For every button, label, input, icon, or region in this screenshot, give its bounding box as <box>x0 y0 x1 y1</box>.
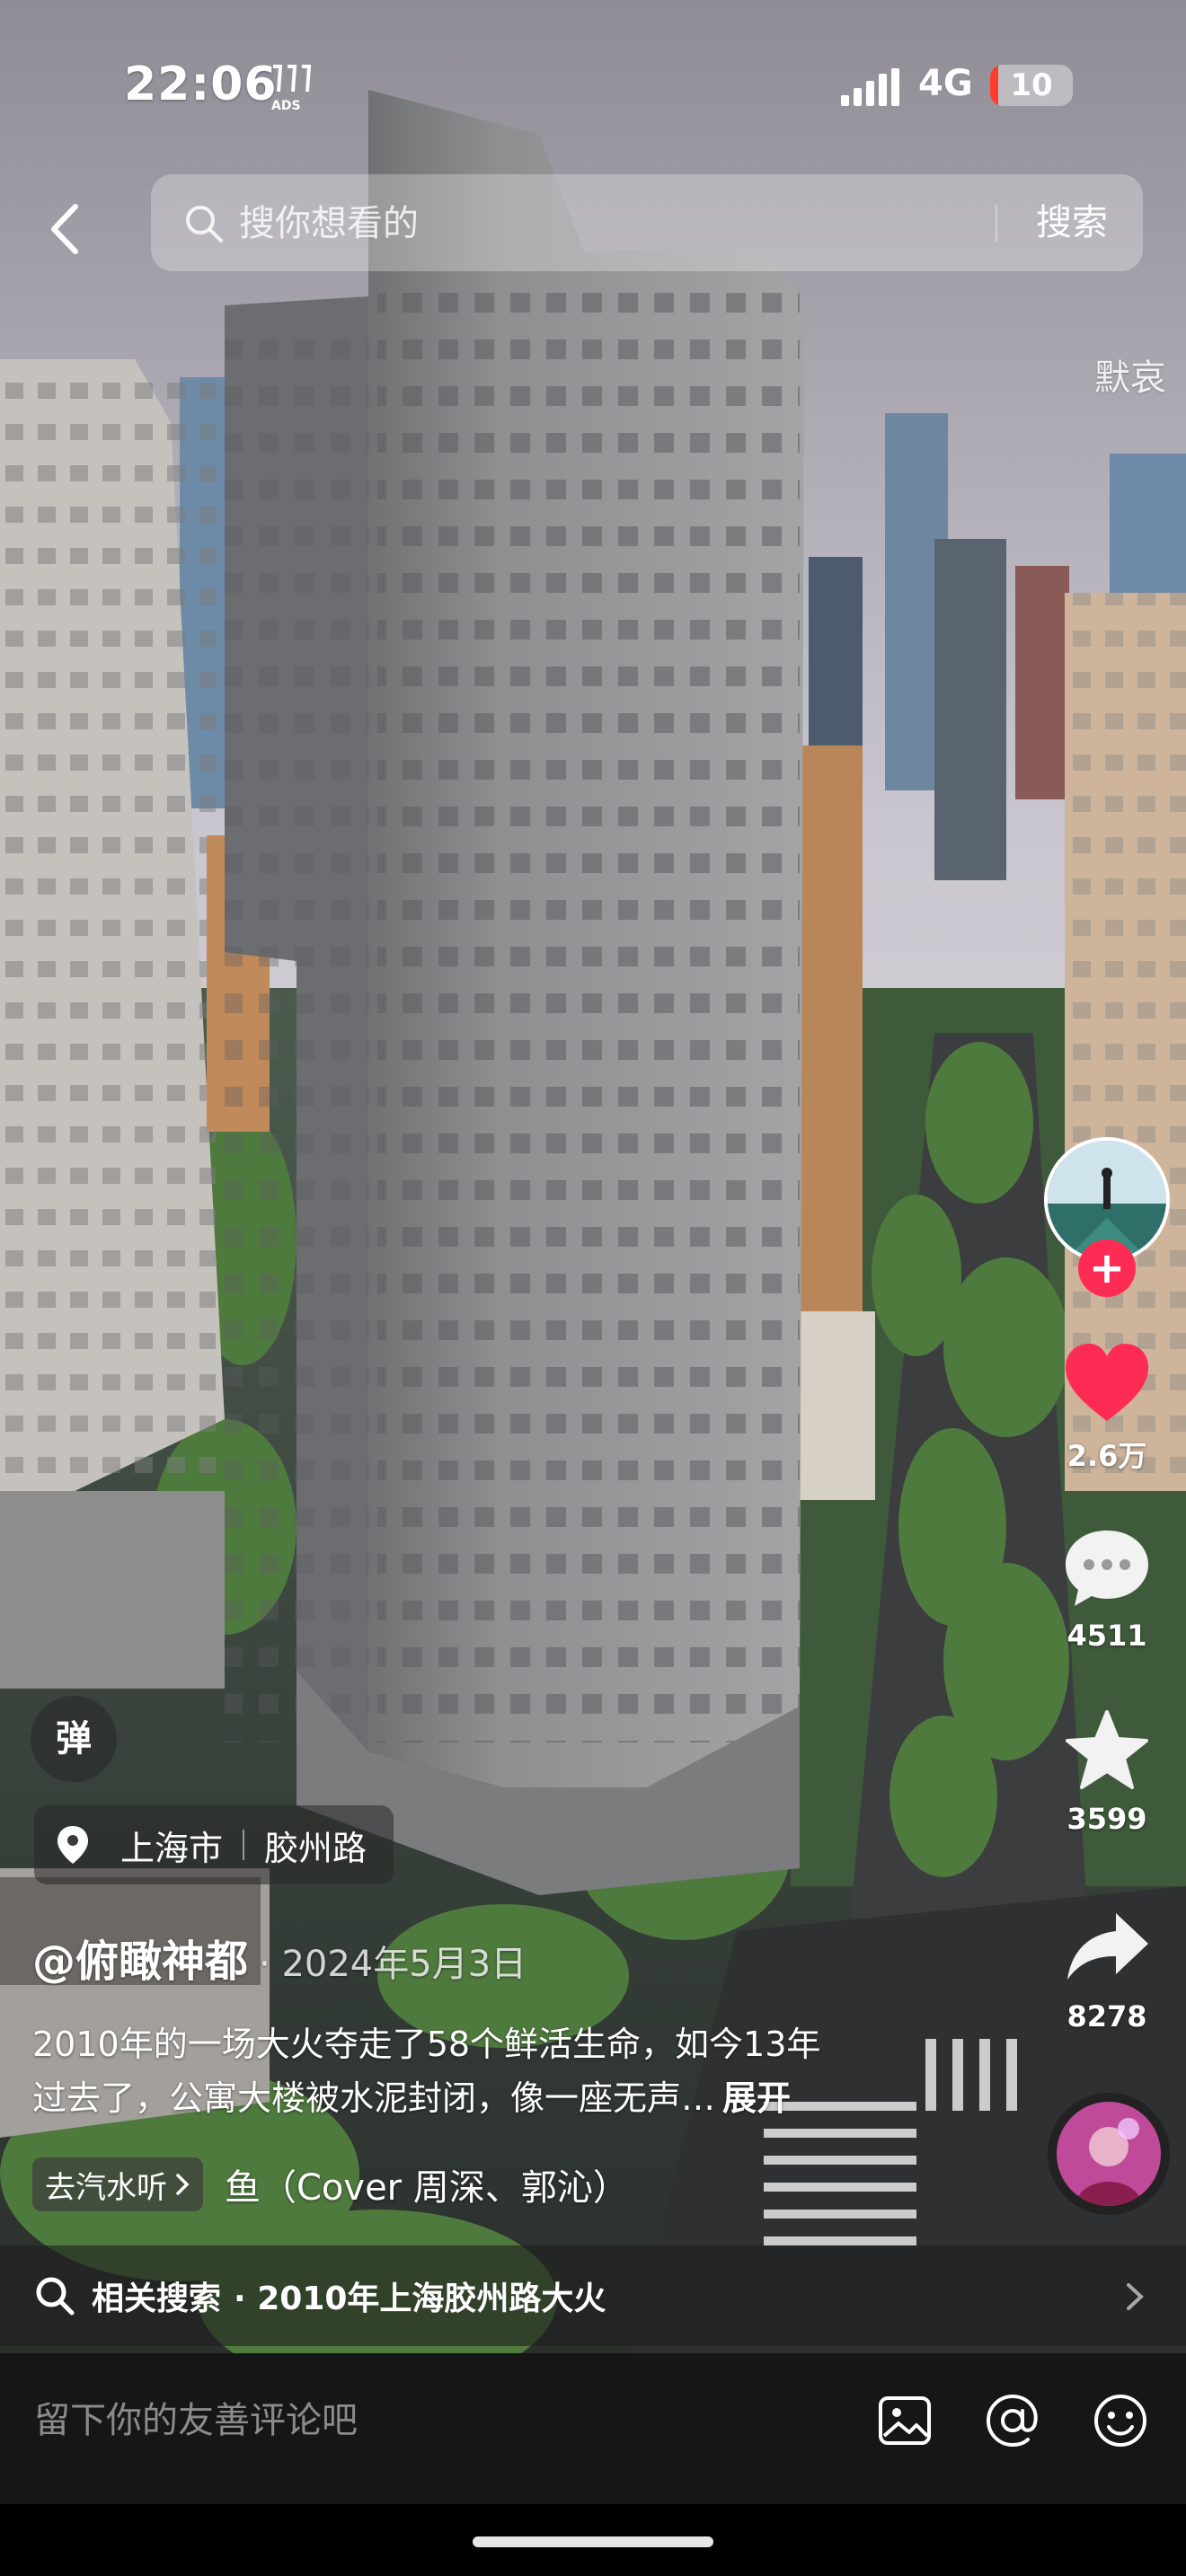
emoji-icon[interactable] <box>1091 2391 1150 2450</box>
favorite-button[interactable]: 3599 <box>1042 1707 1172 1836</box>
post-date: · 2024年5月3日 <box>259 1944 527 1985</box>
chevron-right-icon <box>176 2174 190 2195</box>
related-search-query: · 2010年上海胶州路大火 <box>234 2280 606 2317</box>
location-place: 胶州路 <box>264 1828 367 1868</box>
status-time: 22:06 <box>124 57 278 111</box>
mention-icon[interactable] <box>983 2391 1042 2450</box>
like-count: 2.6万 <box>1067 1439 1147 1473</box>
search-divider <box>996 205 997 243</box>
heart-icon <box>1066 1344 1148 1421</box>
post-caption: 2010年的一场大火夺走了58个鲜活生命，如今13年 过去了，公寓大楼被水泥封闭… <box>32 2017 940 2125</box>
author-line: @俯瞰神都 · 2024年5月3日 <box>32 1926 527 1989</box>
comment-bar <box>0 2353 1186 2504</box>
share-icon <box>1067 1913 1148 1980</box>
network-type: 4G <box>918 63 973 104</box>
home-indicator-area <box>0 2504 1186 2576</box>
search-bar[interactable]: 搜索 <box>151 174 1143 273</box>
music-disc[interactable] <box>1048 2093 1170 2215</box>
music-title: 鱼（Cover 周深、郭沁） <box>225 2167 629 2209</box>
search-icon <box>186 206 223 243</box>
city-scene-illustration <box>0 0 1186 2353</box>
related-search-bar[interactable]: 相关搜索 · 2010年上海胶州路大火 <box>0 2245 1186 2346</box>
related-search-label: 相关搜索 <box>92 2280 222 2317</box>
search-input[interactable] <box>237 174 1049 273</box>
search-button[interactable]: 搜索 <box>1013 174 1130 271</box>
app-notification-icon: ADS <box>271 65 312 111</box>
share-count: 8278 <box>1067 1999 1147 2033</box>
svg-text:ADS: ADS <box>271 99 301 111</box>
location-city: 上海市 <box>120 1828 224 1868</box>
back-button[interactable] <box>32 189 95 269</box>
status-bar: 22:06 ADS 4G 10 <box>0 0 1186 171</box>
danmaku-toggle-button[interactable]: 弹 <box>31 1696 117 1782</box>
expand-button[interactable]: 展开 <box>722 2078 791 2118</box>
follow-button[interactable]: + <box>1078 1239 1136 1297</box>
image-icon[interactable] <box>875 2391 934 2450</box>
comment-count: 4511 <box>1067 1619 1147 1653</box>
caption-line-1: 2010年的一场大火夺走了58个鲜活生命，如今13年 <box>32 2025 821 2064</box>
listen-in-app-label: 去汽水听 <box>45 2169 167 2206</box>
favorite-count: 3599 <box>1067 1802 1147 1836</box>
listen-in-app-chip[interactable]: 去汽水听 <box>32 2157 203 2211</box>
star-icon <box>1066 1710 1148 1789</box>
caption-text: 过去了，公寓大楼被水泥封闭，像一座无声… <box>32 2078 716 2118</box>
comment-input[interactable] <box>32 2375 827 2466</box>
back-arrow-icon <box>51 204 78 254</box>
video-frame[interactable] <box>0 0 1186 2353</box>
music-row[interactable]: 去汽水听 鱼（Cover 周深、郭沁） <box>32 2156 629 2213</box>
caption-line-2: 过去了，公寓大楼被水泥封闭，像一座无声… 展开 <box>32 2071 940 2125</box>
search-icon <box>36 2277 75 2316</box>
signal-strength-icon <box>841 68 899 106</box>
home-indicator[interactable] <box>473 2536 713 2547</box>
comment-button[interactable]: 4511 <box>1042 1523 1172 1653</box>
share-button[interactable]: 8278 <box>1042 1904 1172 2033</box>
location-divider <box>243 1830 245 1860</box>
battery-indicator: 10 <box>990 65 1073 106</box>
location-tag[interactable]: 上海市 胶州路 <box>34 1805 394 1884</box>
chevron-right-icon <box>1127 2283 1144 2310</box>
comment-icon <box>1066 1531 1148 1606</box>
mourning-label: 默哀 <box>1094 357 1166 399</box>
like-button[interactable]: 2.6万 <box>1042 1338 1172 1475</box>
author-name[interactable]: @俯瞰神都 <box>32 1936 248 1987</box>
battery-level: 10 <box>1010 67 1053 103</box>
location-pin-icon <box>58 1826 88 1864</box>
music-cover-image <box>1057 2102 1161 2206</box>
